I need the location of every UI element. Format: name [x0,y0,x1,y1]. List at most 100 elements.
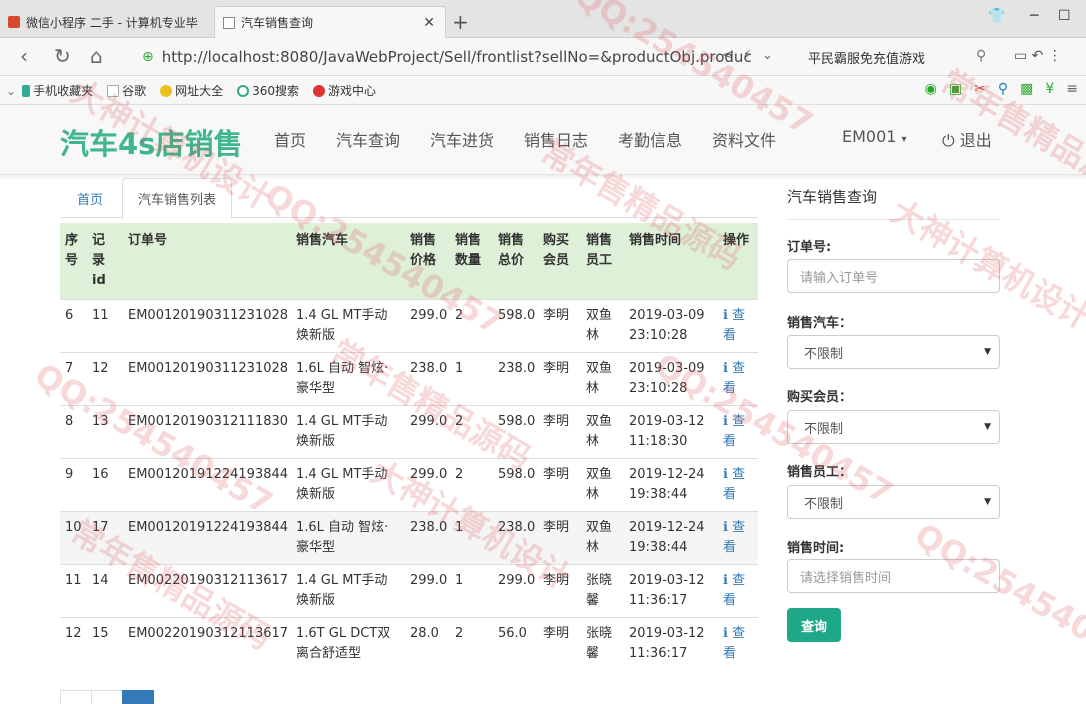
refresh-icon[interactable]: ↻ [54,44,71,68]
tab-sales-list[interactable]: 汽车销售列表 [122,178,233,219]
time-input[interactable]: 请选择销售时间 [787,559,1000,593]
order-no-input[interactable]: 请输入订单号 [787,259,1000,293]
browser-tab-strip: 微信小程序 二手 - 计算机专业毕 汽车销售查询 ✕ + 👕 ─ ☐ [0,0,1086,38]
shirt-skin-icon[interactable]: 👕 [988,8,1005,24]
chevron-down-icon[interactable]: ⌄ [6,84,16,98]
maximize-icon[interactable]: ☐ [1058,8,1071,24]
cell-price: 299.0 [405,299,450,353]
column-header-text: 销售 [498,233,525,248]
column-header: 序号 [60,223,87,300]
search-hint[interactable]: 平民霸服免充值游戏 [808,48,925,67]
url-input[interactable]: ⊕ http://localhost:8080/JavaWebProject/S… [142,44,790,70]
yen-icon[interactable]: ¥ [1045,81,1054,97]
home-icon[interactable]: ⌂ [90,44,103,68]
view-link[interactable]: ℹ 查看 [723,467,745,502]
battery-undo-icons[interactable]: ▭ ↶ ⋮ [1014,48,1062,64]
view-link[interactable]: ℹ 查看 [723,573,745,608]
info-icon: ℹ [723,414,733,429]
new-tab-icon[interactable]: + [452,10,469,34]
view-link[interactable]: ℹ 查看 [723,361,745,396]
cell-price: 299.0 [405,564,450,618]
cell-staff: 张晓馨 [581,564,624,618]
bookmark-mobile[interactable]: 手机收藏夹 [22,82,93,99]
back-icon[interactable]: ‹ [20,44,28,68]
bookmark-games[interactable]: 游戏中心 [313,82,376,99]
bookmark-label: 谷歌 [122,84,147,98]
info-icon: ℹ [723,573,733,588]
bookmark-sites[interactable]: 网址大全 [160,82,223,99]
cell-action: ℹ 查看 [718,299,758,353]
staff-select-value: 不限制 [804,496,844,512]
cell-id: 13 [87,405,123,459]
gamepad-icon[interactable]: ▩ [1020,81,1033,97]
menu-icon[interactable]: ≡ [1066,81,1078,97]
column-header-text: 销售时间 [629,233,682,248]
translate-icon[interactable]: ▣ [949,81,962,97]
url-tools-icons[interactable]: ⋖⚡⌄ [722,48,783,63]
cell-qty: 1 [450,564,493,618]
cell-member: 李明 [538,299,581,353]
cell-id: 15 [87,617,123,670]
table-header-row: 序号记录 id 订单号 销售汽车 销售 价格 销售 数量 销售 总价 购买 会员 销售 员工 销售时间 操作 [60,223,758,300]
address-bar: ‹ ↻ ⌂ ⊕ http://localhost:8080/JavaWebPro… [0,38,1086,76]
cell-member: 李明 [538,617,581,670]
page-prev[interactable] [60,690,92,704]
car-select[interactable]: 不限制 ▼ [787,335,1000,369]
browser-tab-inactive[interactable]: 微信小程序 二手 - 计算机专业毕 [0,6,212,38]
cell-car: 1.4 GL MT手动焕新版 [291,564,405,618]
cell-member: 李明 [538,458,581,512]
logout-link[interactable]: ⏻ 退出 [942,127,992,151]
order-no-placeholder: 请输入订单号 [800,270,879,286]
column-header: 销售 数量 [450,223,493,300]
miniprogram-favicon-icon [8,16,20,28]
query-button[interactable]: 查询 [787,608,841,642]
member-label: 购买会员： [787,390,853,405]
nav-documents[interactable]: 资料文件 [712,127,776,151]
page-item-active[interactable] [122,690,154,704]
user-name: EM001 [842,127,897,146]
browser-tab-active[interactable]: 汽车销售查询 ✕ [214,6,446,38]
close-tab-icon[interactable]: ✕ [423,15,435,31]
table-row: 7 12 EM00120190311231028 1.6L 自动 智炫·豪华型 238.… [60,352,758,406]
info-icon: ℹ [723,308,733,323]
extension-icons: ◉ ▣ ✂ ⚲ ▩ ¥ ≡ [925,81,1078,97]
brand-logo[interactable]: 汽车4s店销售 [60,121,242,163]
cell-qty: 2 [450,617,493,670]
bookmark-360[interactable]: 360搜索 [237,82,299,99]
magnifier-icon[interactable]: ⚲ [998,81,1008,97]
cell-price: 299.0 [405,458,450,512]
view-link[interactable]: ℹ 查看 [723,308,745,343]
bookmark-label: 游戏中心 [328,84,377,98]
view-link[interactable]: ℹ 查看 [723,626,745,661]
pagination [60,690,154,704]
cell-no: 12 [60,617,87,670]
staff-select[interactable]: 不限制 ▼ [787,485,1000,519]
cell-total: 56.0 [493,617,538,670]
cell-no: 10 [60,511,87,565]
nav-sales-log[interactable]: 销售日志 [524,127,588,151]
cell-action: ℹ 查看 [718,352,758,406]
staff-label: 销售员工： [787,465,853,480]
search-icon[interactable]: ⚲ [976,48,986,64]
scissors-icon[interactable]: ✂ [974,81,986,97]
secure-shield-icon: ⊕ [142,49,154,65]
page-item[interactable] [91,690,123,704]
view-link[interactable]: ℹ 查看 [723,414,745,449]
wechat-icon[interactable]: ◉ [925,81,937,97]
bookmark-google[interactable]: 谷歌 [107,82,146,99]
browser-tab-label: 汽车销售查询 [241,16,314,30]
cell-time: 2019-12-24 19:38:44 [624,458,718,512]
minimize-icon[interactable]: ─ [1030,8,1038,24]
table-row: 11 14 EM00220190312113617 1.4 GL MT手动焕新版 299… [60,564,758,618]
view-link[interactable]: ℹ 查看 [723,520,745,555]
nav-home[interactable]: 首页 [274,127,306,151]
user-dropdown[interactable]: EM001 ▾ [842,127,907,146]
tab-home[interactable]: 首页 [62,178,118,218]
nav-attendance[interactable]: 考勤信息 [618,127,682,151]
cell-order: EM00120191224193844 [123,458,291,512]
nav-car-purchase[interactable]: 汽车进货 [430,127,494,151]
nav-car-query[interactable]: 汽车查询 [336,127,400,151]
column-header-text: 销售汽车 [296,233,349,248]
member-select-value: 不限制 [804,421,844,437]
member-select[interactable]: 不限制 ▼ [787,410,1000,444]
